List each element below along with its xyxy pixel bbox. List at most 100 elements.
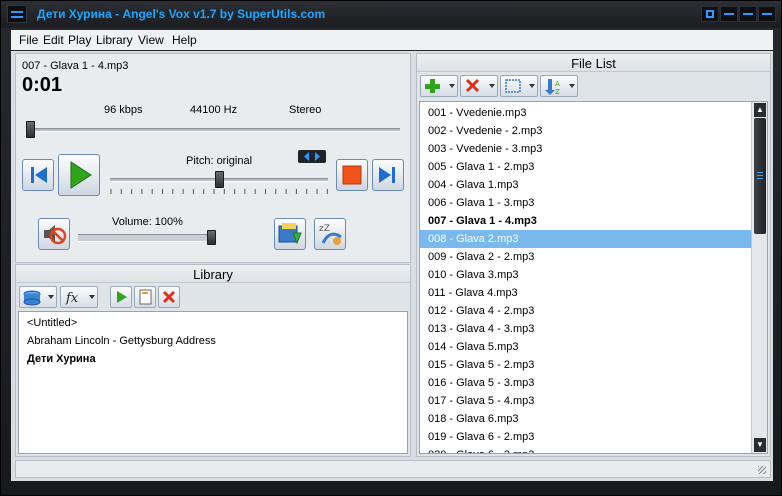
channels-label: Stereo bbox=[289, 104, 322, 116]
mute-button[interactable] bbox=[38, 218, 70, 250]
file-list-item[interactable]: 001 - Vvedenie.mp3 bbox=[420, 104, 752, 122]
stop-icon bbox=[342, 165, 362, 185]
add-files-button[interactable] bbox=[274, 218, 306, 250]
library-function-dropdown[interactable]: fx bbox=[60, 286, 98, 308]
library-new-dropdown[interactable] bbox=[19, 286, 57, 308]
sleep-timer-button[interactable]: zZ bbox=[314, 218, 346, 250]
file-list-item[interactable]: 008 - Glava 2.mp3 bbox=[420, 230, 752, 248]
resize-grip-icon[interactable] bbox=[758, 466, 766, 474]
file-list-item[interactable]: 002 - Vvedenie - 2.mp3 bbox=[420, 122, 752, 140]
previous-icon bbox=[31, 167, 47, 183]
library-header: Library bbox=[16, 265, 410, 283]
time-display: 0:01 bbox=[22, 74, 63, 96]
chevron-down-icon bbox=[529, 84, 535, 88]
library-list[interactable]: <Untitled> Abraham Lincoln - Gettysburg A… bbox=[18, 311, 408, 454]
library-edit-button[interactable] bbox=[134, 286, 156, 308]
menu-file[interactable]: File bbox=[19, 33, 38, 47]
menu-play[interactable]: Play bbox=[68, 33, 91, 47]
file-list-scrollbar[interactable]: ▲ ▼ bbox=[751, 102, 767, 453]
add-dropdown[interactable] bbox=[420, 75, 458, 97]
play-icon bbox=[70, 161, 92, 189]
maximize-button[interactable] bbox=[739, 6, 757, 22]
previous-button[interactable] bbox=[22, 159, 54, 191]
next-button[interactable] bbox=[372, 159, 404, 191]
window-title: Дети Хурина - Angel's Vox v1.7 by SuperU… bbox=[37, 7, 326, 21]
menu-edit[interactable]: Edit bbox=[43, 33, 64, 47]
file-list-item[interactable]: 017 - Glava 5 - 4.mp3 bbox=[420, 392, 752, 410]
library-item[interactable]: Дети Хурина bbox=[19, 350, 407, 368]
plus-icon bbox=[425, 79, 440, 93]
menu-bar: File Edit Play Library View Help bbox=[11, 30, 773, 50]
selection-icon bbox=[505, 79, 521, 93]
file-list-item[interactable]: 007 - Glava 1 - 4.mp3 bbox=[420, 212, 752, 230]
file-list-panel: File List AZ 001 - Vvedenie.mp3 002 - Vve… bbox=[416, 53, 771, 457]
file-list-item[interactable]: 009 - Glava 2 - 2.mp3 bbox=[420, 248, 752, 266]
title-bar[interactable]: Дети Хурина - Angel's Vox v1.7 by SuperU… bbox=[1, 1, 781, 28]
svg-text:A: A bbox=[555, 80, 560, 88]
delete-icon bbox=[465, 78, 480, 93]
chevron-down-icon bbox=[89, 295, 95, 299]
position-slider-thumb[interactable] bbox=[26, 121, 35, 138]
status-bar bbox=[15, 460, 771, 478]
track-name: 007 - Glava 1 - 4.mp3 bbox=[22, 60, 129, 72]
samplerate-label: 44100 Hz bbox=[190, 104, 238, 116]
system-menu-icon[interactable] bbox=[701, 6, 719, 22]
client-area: 007 - Glava 1 - 4.mp3 0:01 96 kbps 44100… bbox=[11, 51, 773, 481]
file-list-item[interactable]: 012 - Glava 4 - 2.mp3 bbox=[420, 302, 752, 320]
file-list-item[interactable]: 016 - Glava 5 - 3.mp3 bbox=[420, 374, 752, 392]
svg-text:fx: fx bbox=[65, 291, 79, 306]
stop-button[interactable] bbox=[336, 159, 368, 191]
svg-text:Z: Z bbox=[555, 88, 560, 96]
pitch-arrows-icon bbox=[304, 152, 320, 161]
menu-help[interactable]: Help bbox=[172, 33, 197, 47]
folder-download-icon bbox=[278, 223, 302, 245]
library-play-button[interactable] bbox=[110, 286, 132, 308]
app-icon[interactable] bbox=[7, 5, 27, 23]
menu-library[interactable]: Library bbox=[96, 33, 133, 47]
volume-slider-thumb[interactable] bbox=[207, 230, 216, 245]
volume-slider-track[interactable] bbox=[78, 234, 216, 242]
close-button[interactable] bbox=[758, 6, 776, 22]
file-list-item[interactable]: 020 - Glava 6 - 3.mp3 bbox=[420, 446, 752, 453]
pitch-slider-thumb[interactable] bbox=[214, 171, 224, 188]
sort-dropdown[interactable]: AZ bbox=[540, 75, 578, 97]
file-list-item[interactable]: 003 - Vvedenie - 3.mp3 bbox=[420, 140, 752, 158]
chevron-down-icon bbox=[569, 84, 575, 88]
pitch-reset-button[interactable] bbox=[298, 150, 326, 163]
file-list-item[interactable]: 015 - Glava 5 - 2.mp3 bbox=[420, 356, 752, 374]
chevron-down-icon bbox=[48, 295, 54, 299]
chevron-down-icon bbox=[489, 84, 495, 88]
file-list-item[interactable]: 011 - Glava 4.mp3 bbox=[420, 284, 752, 302]
minimize-button[interactable] bbox=[720, 6, 738, 22]
menu-view[interactable]: View bbox=[138, 33, 164, 47]
sort-icon: AZ bbox=[545, 79, 560, 96]
scroll-down-icon[interactable]: ▼ bbox=[754, 438, 766, 452]
file-list-item[interactable]: 018 - Glava 6.mp3 bbox=[420, 410, 752, 428]
play-button[interactable] bbox=[58, 154, 100, 196]
file-list-item[interactable]: 019 - Glava 6 - 2.mp3 bbox=[420, 428, 752, 446]
file-list-item[interactable]: 005 - Glava 1 - 2.mp3 bbox=[420, 158, 752, 176]
select-dropdown[interactable] bbox=[500, 75, 538, 97]
speaker-mute-icon bbox=[44, 225, 67, 245]
library-panel: Library fx <Untitled> Abraham Lincoln - G… bbox=[15, 264, 411, 457]
file-list-item[interactable]: 006 - Glava 1 - 3.mp3 bbox=[420, 194, 752, 212]
scroll-up-icon[interactable]: ▲ bbox=[754, 103, 766, 117]
file-list[interactable]: 001 - Vvedenie.mp3 002 - Vvedenie - 2.mp3… bbox=[419, 101, 768, 454]
play-icon bbox=[117, 291, 127, 303]
delete-icon bbox=[162, 290, 176, 304]
library-item[interactable]: Abraham Lincoln - Gettysburg Address bbox=[19, 332, 407, 350]
function-icon: fx bbox=[65, 291, 79, 306]
remove-dropdown[interactable] bbox=[460, 75, 498, 97]
library-item[interactable]: <Untitled> bbox=[19, 314, 407, 332]
file-list-item[interactable]: 014 - Glava 5.mp3 bbox=[420, 338, 752, 356]
file-list-item[interactable]: 010 - Glava 3.mp3 bbox=[420, 266, 752, 284]
file-list-item[interactable]: 013 - Glava 4 - 3.mp3 bbox=[420, 320, 752, 338]
file-list-item[interactable]: 004 - Glava 1.mp3 bbox=[420, 176, 752, 194]
svg-text:zZ: zZ bbox=[319, 224, 330, 234]
scrollbar-thumb[interactable] bbox=[754, 118, 766, 234]
position-slider-track[interactable] bbox=[26, 128, 400, 132]
library-delete-button[interactable] bbox=[158, 286, 180, 308]
pitch-ticks bbox=[110, 189, 328, 194]
next-icon bbox=[379, 167, 395, 183]
volume-label: Volume: 100% bbox=[112, 216, 183, 228]
